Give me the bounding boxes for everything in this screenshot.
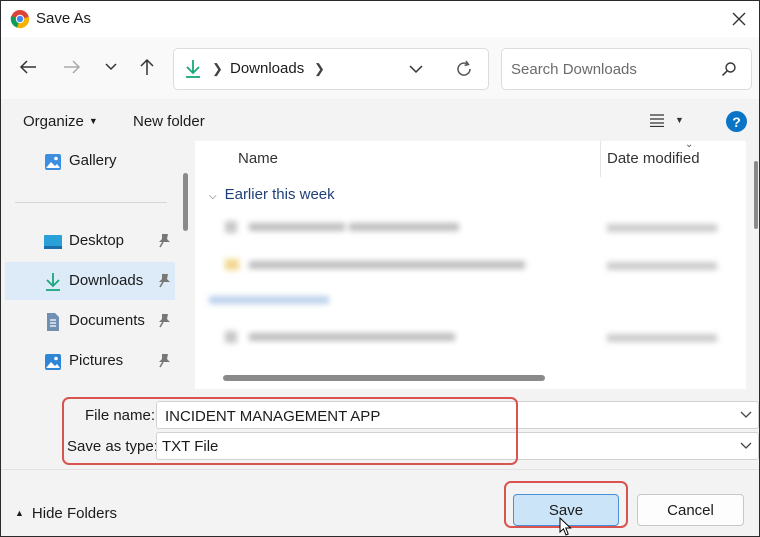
blur-bar-icon [607, 334, 717, 342]
sidebar-item-label: Downloads [69, 272, 144, 289]
help-button[interactable]: ? [726, 111, 747, 132]
blurred-group-header [209, 294, 329, 309]
address-dropdown-icon[interactable] [408, 61, 424, 77]
title-bar: Save As [1, 1, 759, 37]
group-header[interactable]: ⌵ Earlier this week [209, 186, 335, 203]
forward-arrow-icon [64, 60, 81, 74]
document-icon [47, 313, 59, 331]
blurred-date [607, 332, 717, 354]
pin-icon[interactable] [157, 273, 171, 289]
search-box[interactable] [501, 48, 752, 90]
list-view-icon [650, 114, 664, 127]
hide-folders-label: Hide Folders [31, 505, 117, 522]
blurred-file-row[interactable] [225, 258, 525, 280]
chevron-down-icon[interactable] [740, 439, 752, 451]
recent-locations-button[interactable] [100, 56, 122, 78]
blurred-file-row[interactable] [225, 330, 455, 352]
close-icon [732, 12, 746, 26]
pin-icon[interactable] [157, 313, 171, 329]
caret-down-icon: ▼ [88, 116, 98, 126]
blur-bar-icon [607, 262, 717, 270]
vertical-scrollbar[interactable] [754, 161, 758, 229]
search-input[interactable] [511, 58, 711, 80]
search-icon [721, 62, 736, 77]
sort-chevron-icon: ⌄ [685, 141, 694, 150]
caret-up-icon: ▲ [15, 508, 24, 518]
address-bar[interactable]: ❯ Downloads ❯ [173, 48, 489, 90]
navigation-pane: Gallery Desktop Downloads Documents Pict… [1, 141, 195, 389]
sidebar-item-documents[interactable]: Documents [5, 302, 175, 340]
blurred-file-row[interactable] [225, 220, 459, 242]
back-button[interactable] [17, 56, 39, 78]
file-icon [225, 331, 455, 343]
organize-menu[interactable]: Organize ▼ [23, 113, 98, 130]
cancel-button[interactable]: Cancel [637, 494, 744, 526]
sidebar-item-pictures[interactable]: Pictures [5, 342, 175, 380]
caret-down-icon: ▼ [675, 115, 684, 125]
up-button[interactable] [136, 56, 158, 78]
file-list: ⌄ Name Date modified ⌵ Earlier this week [195, 141, 746, 389]
download-icon [186, 60, 200, 78]
chevron-down-icon[interactable] [740, 408, 752, 420]
sidebar-item-label: Pictures [69, 352, 124, 369]
pin-icon[interactable] [157, 233, 171, 249]
breadcrumb-downloads[interactable]: Downloads [230, 60, 304, 77]
pin-icon[interactable] [157, 353, 171, 369]
back-arrow-icon [19, 60, 36, 74]
sidebar-item-label: Gallery [69, 152, 117, 169]
file-icon [225, 221, 345, 233]
sidebar-item-label: Desktop [69, 232, 125, 249]
command-bar: Organize ▼ New folder ▼ [1, 99, 759, 141]
new-folder-button[interactable]: New folder [133, 113, 205, 130]
forward-button[interactable] [61, 56, 83, 78]
mouse-cursor-icon [559, 517, 572, 536]
close-button[interactable] [725, 5, 753, 33]
chevron-down-icon [105, 63, 117, 71]
folder-icon [225, 259, 525, 270]
blur-bar-icon [209, 296, 329, 304]
divider [15, 202, 167, 203]
column-divider[interactable] [600, 141, 601, 177]
gallery-icon [45, 154, 61, 170]
chevron-down-icon: ⌵ [209, 191, 217, 202]
dialog-footer: ▲ Hide Folders Save Cancel [1, 469, 759, 536]
dialog-title: Save As [36, 10, 92, 27]
refresh-icon[interactable] [454, 59, 474, 79]
column-header-name[interactable]: Name [238, 150, 278, 167]
navigation-bar: ❯ Downloads ❯ [1, 37, 759, 99]
desktop-icon [44, 235, 62, 249]
breadcrumb-separator-icon[interactable]: ❯ [314, 61, 325, 77]
breadcrumb-separator-icon: ❯ [212, 61, 223, 76]
group-label: Earlier this week [224, 186, 335, 203]
hide-folders-toggle[interactable]: ▲ Hide Folders [15, 505, 117, 522]
annotation-highlight-form [62, 397, 518, 465]
sidebar-item-gallery[interactable]: Gallery [5, 142, 175, 180]
blurred-date [607, 222, 717, 244]
sidebar-item-downloads[interactable]: Downloads [5, 262, 175, 300]
blur-bar-icon [607, 224, 717, 232]
pictures-icon [45, 354, 61, 370]
sidebar-item-desktop[interactable]: Desktop [5, 222, 175, 260]
blur-bar-icon [348, 223, 459, 231]
view-options-button[interactable]: ▼ [649, 113, 684, 127]
navigation-scrollbar[interactable] [183, 173, 188, 231]
up-arrow-icon [140, 58, 154, 75]
download-icon [46, 273, 60, 291]
blurred-date [607, 260, 717, 282]
save-as-dialog: Save As ❯ Downloads ❯ Search Downloads O… [0, 0, 760, 537]
horizontal-scrollbar[interactable] [223, 375, 545, 381]
chrome-icon [10, 10, 30, 29]
organize-label: Organize [23, 113, 84, 130]
column-header-date-modified[interactable]: Date modified [607, 150, 700, 167]
sidebar-item-label: Documents [69, 312, 145, 329]
